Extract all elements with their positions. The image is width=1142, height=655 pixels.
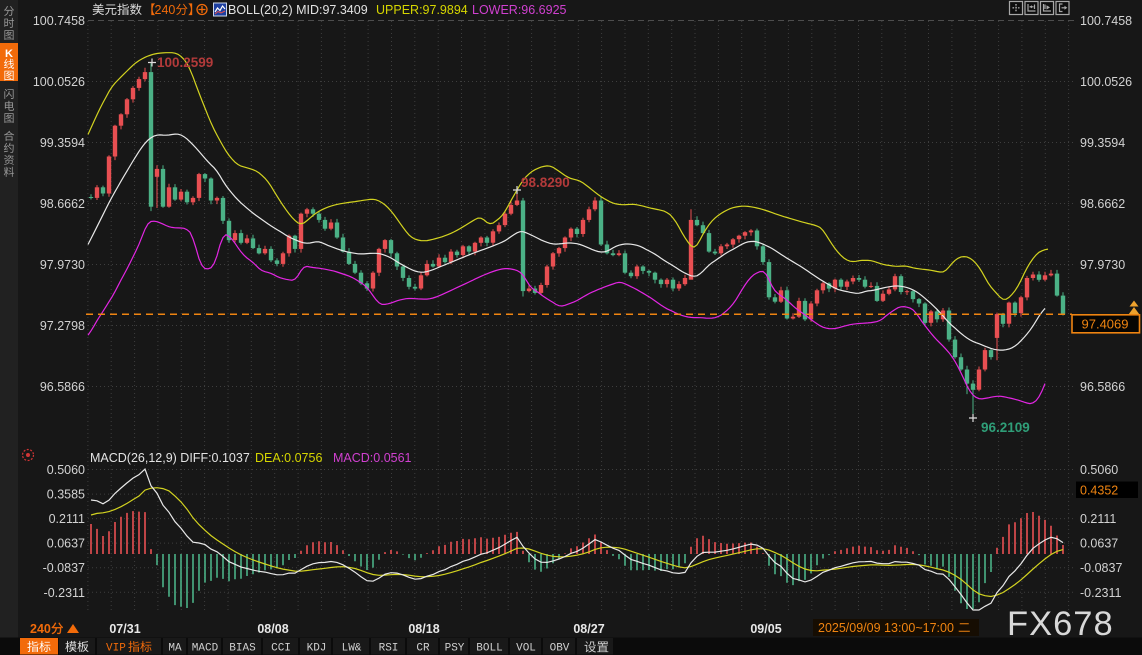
svg-text:-0.2311: -0.2311	[1080, 586, 1122, 600]
svg-text:09/05: 09/05	[750, 622, 781, 636]
svg-text:-0.0837: -0.0837	[43, 561, 85, 575]
svg-text:0.4352: 0.4352	[1080, 484, 1118, 498]
svg-text:0.0637: 0.0637	[1080, 537, 1118, 551]
svg-text:97.2798: 97.2798	[40, 319, 85, 333]
svg-text:98.6662: 98.6662	[1080, 197, 1125, 211]
svg-text:96.5866: 96.5866	[1080, 380, 1125, 394]
svg-text:OBV: OBV	[550, 643, 570, 655]
svg-text:LOWER:96.6925: LOWER:96.6925	[472, 3, 567, 17]
svg-text:UPPER:97.9894: UPPER:97.9894	[376, 3, 468, 17]
svg-text:99.3594: 99.3594	[40, 136, 85, 150]
svg-text:2025/09/09 13:00~17:00: 2025/09/09 13:00~17:00	[818, 621, 954, 635]
svg-text:BOLL: BOLL	[476, 643, 502, 655]
svg-text:VOL: VOL	[516, 643, 536, 655]
svg-text:PSY: PSY	[445, 643, 465, 655]
svg-text:MACD(26,12,9) DIFF:0.1037: MACD(26,12,9) DIFF:0.1037	[90, 451, 250, 465]
svg-text:K: K	[5, 48, 13, 60]
svg-text:VIP: VIP	[106, 643, 126, 655]
svg-text:08/08: 08/08	[257, 622, 288, 636]
svg-text:-0.2311: -0.2311	[44, 586, 86, 600]
svg-text:MACD:0.0561: MACD:0.0561	[333, 451, 412, 465]
svg-text:MA: MA	[168, 643, 182, 655]
svg-text:0.3585: 0.3585	[47, 488, 85, 502]
svg-text:FX678: FX678	[1007, 605, 1114, 643]
svg-text:100.7458: 100.7458	[33, 14, 85, 28]
svg-text:-0.0837: -0.0837	[1080, 561, 1122, 575]
svg-text:96.5866: 96.5866	[40, 380, 85, 394]
svg-text:240: 240	[155, 3, 176, 17]
svg-text:08/18: 08/18	[408, 622, 439, 636]
svg-text:0.2111: 0.2111	[49, 512, 85, 526]
svg-text:0.0637: 0.0637	[47, 537, 85, 551]
svg-text:97.4069: 97.4069	[1082, 317, 1129, 332]
svg-text:100.0526: 100.0526	[1080, 75, 1132, 89]
svg-text:DEA:0.0756: DEA:0.0756	[255, 451, 322, 465]
svg-text:98.6662: 98.6662	[40, 197, 85, 211]
svg-text:97.9730: 97.9730	[1080, 258, 1125, 272]
svg-text:100.7458: 100.7458	[1080, 14, 1132, 28]
svg-text:100.0526: 100.0526	[33, 75, 85, 89]
svg-text:08/27: 08/27	[573, 622, 604, 636]
svg-text:07/31: 07/31	[109, 622, 140, 636]
svg-text:98.8290: 98.8290	[521, 175, 570, 190]
svg-text:96.2109: 96.2109	[981, 420, 1030, 435]
svg-text:0.5060: 0.5060	[47, 463, 85, 477]
svg-text:CCI: CCI	[271, 643, 291, 655]
svg-text:KDJ: KDJ	[307, 643, 327, 655]
svg-text:BIAS: BIAS	[229, 643, 256, 655]
svg-text:97.9730: 97.9730	[40, 258, 85, 272]
svg-text:100.2599: 100.2599	[157, 55, 213, 70]
svg-text:CR: CR	[416, 643, 430, 655]
svg-text:0.5060: 0.5060	[1080, 463, 1118, 477]
svg-text:99.3594: 99.3594	[1080, 136, 1125, 150]
svg-text:0.2111: 0.2111	[1080, 512, 1116, 526]
svg-text:MACD: MACD	[192, 643, 219, 655]
svg-text:LW&: LW&	[342, 643, 362, 655]
svg-text:BOLL(20,2) MID:97.3409: BOLL(20,2) MID:97.3409	[228, 3, 368, 17]
svg-text:RSI: RSI	[379, 643, 399, 655]
svg-text:240: 240	[30, 622, 51, 636]
